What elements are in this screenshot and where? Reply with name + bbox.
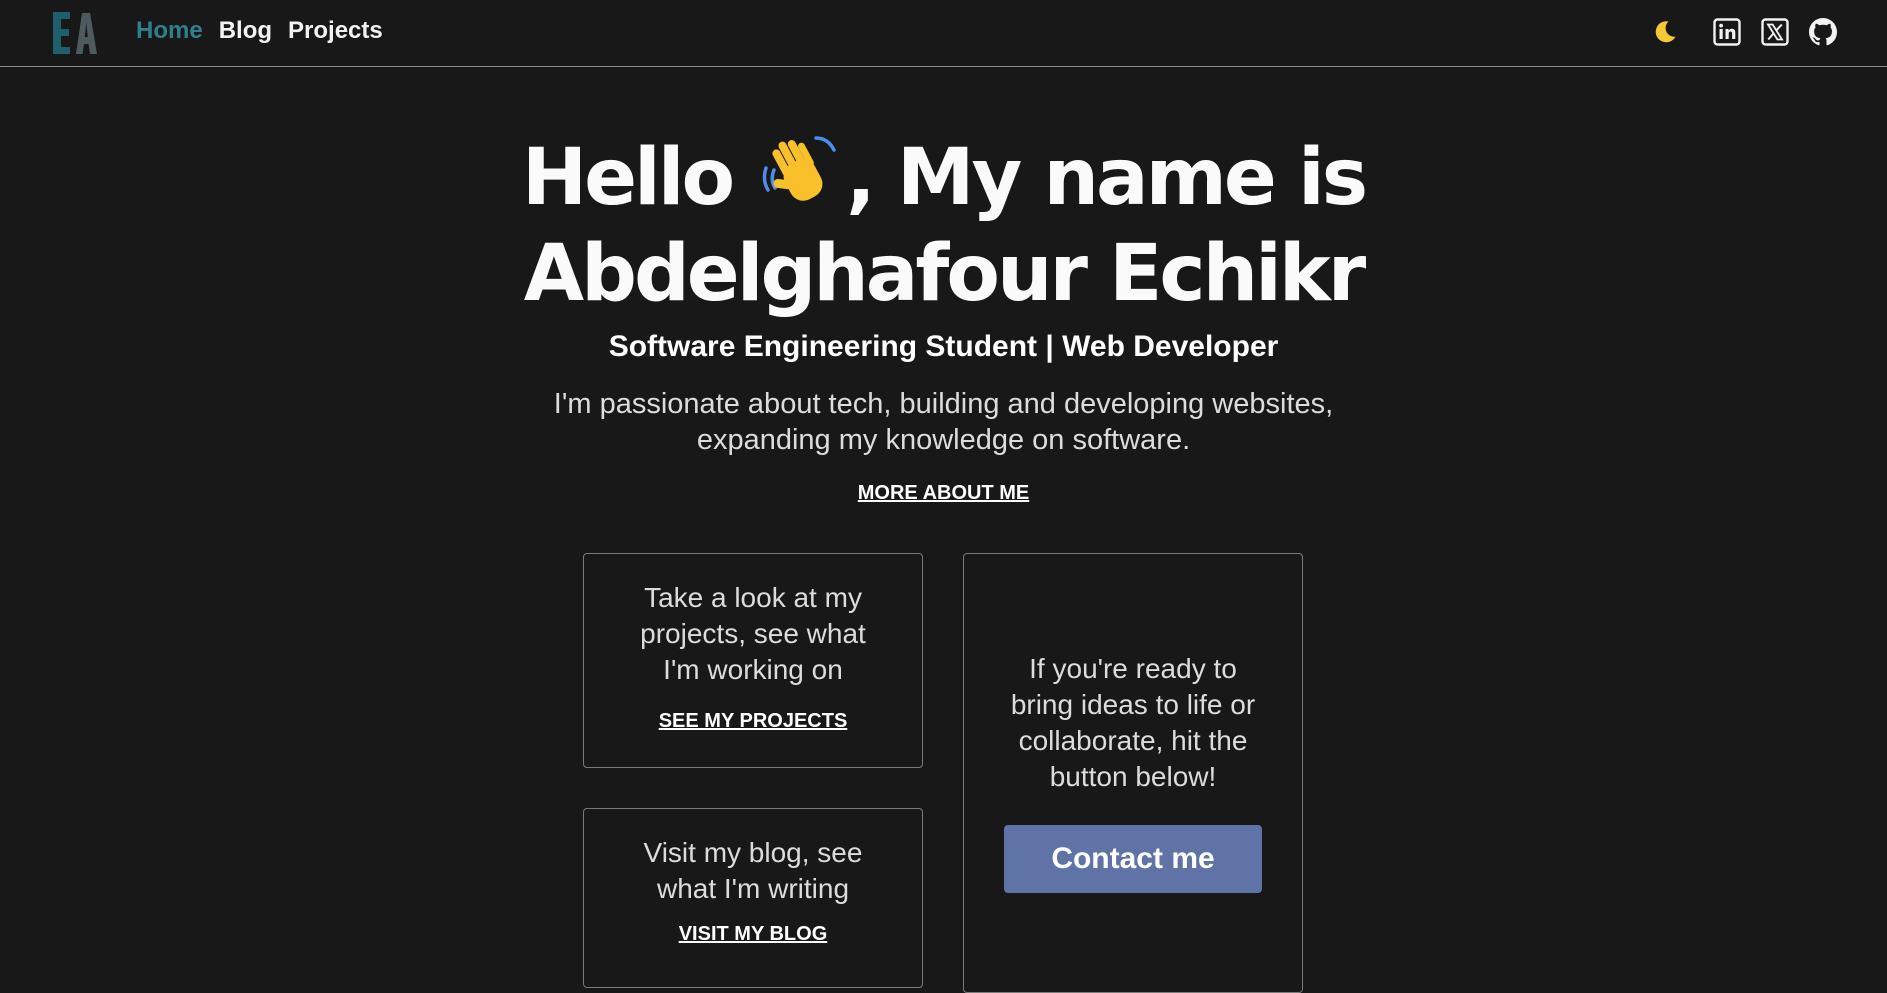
more-about-me-wrapper: MORE ABOUT ME — [0, 482, 1887, 505]
nav-projects[interactable]: Projects — [288, 17, 383, 45]
projects-card: Take a look at my projects, see what I'm… — [583, 553, 923, 768]
moon-icon[interactable] — [1651, 18, 1679, 46]
blog-card: Visit my blog, see what I'm writing VISI… — [583, 808, 923, 988]
hero-intro-line-2: expanding my knowledge on software. — [696, 424, 1191, 456]
waving-hand-icon — [762, 136, 836, 201]
main-nav: Home Blog Projects — [136, 17, 383, 45]
x-twitter-icon[interactable] — [1761, 18, 1789, 46]
nav-home[interactable]: Home — [136, 17, 203, 45]
hero-subtitle: Software Engineering Student | Web Devel… — [608, 330, 1279, 363]
nav-blog[interactable]: Blog — [219, 17, 272, 45]
visit-my-blog-link[interactable]: VISIT MY BLOG — [679, 923, 828, 946]
projects-card-text: Take a look at my projects, see what I'm… — [640, 582, 866, 685]
contact-card-text: If you're ready to bring ideas to life o… — [1010, 653, 1256, 792]
hero-title-name: Abdelghafour Echikr — [523, 229, 1366, 319]
see-my-projects-link[interactable]: SEE MY PROJECTS — [659, 710, 848, 733]
site-header: Home Blog Projects — [0, 0, 1887, 67]
header-icons — [1651, 18, 1837, 46]
hero-intro-line-1: I'm passionate about tech, building and … — [553, 388, 1334, 420]
hero-intro: I'm passionate about tech, building and … — [0, 386, 1887, 458]
hero-title-greeting: Hello — [521, 133, 735, 223]
hero-title-name-intro: , My name is — [846, 133, 1368, 223]
hero-title: Hello , My name is Abdelghafour Echikr — [0, 130, 1887, 322]
more-about-me-link[interactable]: MORE ABOUT ME — [858, 482, 1029, 504]
blog-card-text: Visit my blog, see what I'm writing — [643, 837, 863, 904]
linkedin-icon[interactable] — [1713, 18, 1741, 46]
contact-me-button[interactable]: Contact me — [1004, 825, 1262, 893]
contact-card: If you're ready to bring ideas to life o… — [963, 553, 1303, 993]
github-icon[interactable] — [1809, 18, 1837, 46]
logo[interactable] — [50, 10, 100, 56]
